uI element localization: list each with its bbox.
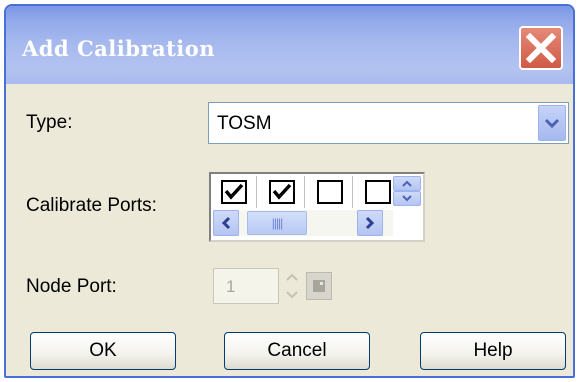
node-port-label: Node Port: <box>26 276 117 297</box>
check-icon <box>224 183 244 200</box>
arrow-left-icon <box>221 216 231 230</box>
port-checkbox-2[interactable] <box>269 180 295 204</box>
node-port-input[interactable]: 1 <box>213 268 279 304</box>
port-cell-2 <box>261 176 305 208</box>
node-port-browse-button[interactable] <box>306 272 332 300</box>
ports-horizontal-scrollbar[interactable]: ||||| <box>213 210 393 236</box>
arrow-down-icon <box>286 290 298 298</box>
node-port-value: 1 <box>226 277 236 296</box>
port-cell-3 <box>309 176 353 208</box>
node-port-down-button[interactable] <box>283 286 301 303</box>
type-dropdown[interactable]: TOSM <box>208 102 569 144</box>
ok-button[interactable]: OK <box>30 332 176 370</box>
check-icon <box>272 183 292 200</box>
type-selected-value: TOSM <box>217 113 272 134</box>
scroll-thumb[interactable]: ||||| <box>247 211 307 235</box>
cancel-button[interactable]: Cancel <box>224 332 370 370</box>
arrow-down-icon <box>402 195 412 202</box>
arrow-up-icon <box>286 273 298 281</box>
type-label: Type: <box>26 112 73 133</box>
arrow-right-icon <box>365 216 375 230</box>
title-bar[interactable]: Add Calibration <box>6 6 573 84</box>
scroll-right-button[interactable] <box>357 210 383 236</box>
ports-scroll-up-button[interactable] <box>393 176 421 191</box>
port-cell-1 <box>213 176 257 208</box>
arrow-up-icon <box>402 180 412 187</box>
node-port-spinner[interactable] <box>283 268 301 304</box>
port-checkbox-1[interactable] <box>221 180 247 204</box>
port-cell-4 <box>357 176 393 208</box>
port-checkbox-4[interactable] <box>365 180 391 204</box>
close-icon <box>526 33 556 63</box>
ports-vertical-spinner <box>393 176 421 206</box>
node-port-up-button[interactable] <box>283 268 301 285</box>
type-dropdown-button[interactable] <box>538 105 566 141</box>
dialog-title: Add Calibration <box>22 36 216 61</box>
add-calibration-dialog: Add Calibration Type: TOSM Calibrate Por… <box>4 4 575 378</box>
close-button[interactable] <box>519 26 563 70</box>
calibrate-ports-grid: ||||| <box>209 172 425 242</box>
help-button[interactable]: Help <box>420 332 566 370</box>
scroll-left-button[interactable] <box>213 210 239 236</box>
browse-icon <box>313 280 325 292</box>
ports-scroll-down-button[interactable] <box>393 191 421 206</box>
calibrate-ports-label: Calibrate Ports: <box>26 195 157 216</box>
port-checkbox-3[interactable] <box>317 180 343 204</box>
chevron-down-icon <box>544 118 560 129</box>
